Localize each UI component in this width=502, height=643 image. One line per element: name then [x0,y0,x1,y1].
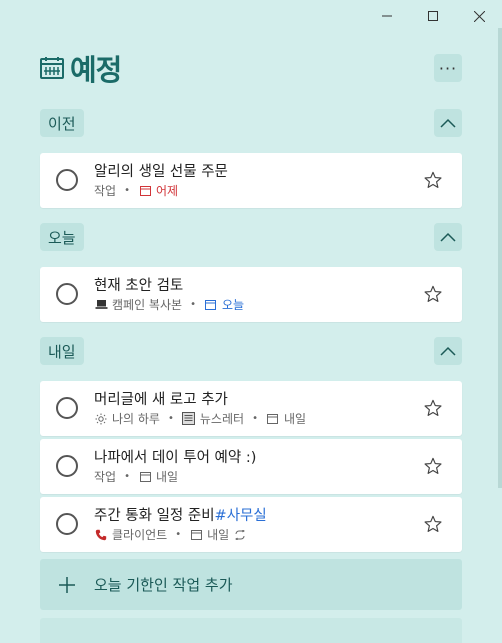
due-date-label: 어제 [156,184,179,198]
task-title: 머리글에 새 로고 추가 [94,392,228,408]
add-task-input[interactable]: 오늘 기한인 작업 추가 [40,559,462,610]
bottom-bar [40,618,462,643]
task-item[interactable]: 나파에서 데이 투어 예약 :) 작업 • 내일 [40,439,462,494]
task-hashtag[interactable]: #사무실 [215,508,267,524]
due-date-label: 내일 [156,470,179,484]
star-icon[interactable] [424,285,442,303]
task-list-name: 뉴스레터 [199,412,245,426]
separator-dot: • [124,471,130,482]
star-icon[interactable] [424,399,442,417]
group-label[interactable]: 오늘 [40,223,84,251]
close-button[interactable] [456,0,502,32]
calendar-icon [138,184,152,198]
minimize-button[interactable] [364,0,410,32]
task-list-name: 캠페인 복사본 [112,298,183,312]
group-header-tomorrow: 내일 [40,337,462,365]
separator-dot: • [124,185,130,196]
collapse-button[interactable] [434,223,462,251]
task-meta: 작업 • 내일 [94,468,178,485]
complete-checkbox[interactable] [56,397,78,419]
task-item[interactable]: 현재 초안 검토 캠페인 복사본 • 오늘 [40,267,462,322]
task-meta: 캠페인 복사본 • 오늘 [94,296,244,313]
task-title: 주간 통화 일정 준비#사무실 [94,504,267,525]
collapse-button[interactable] [434,337,462,365]
task-title: 알리의 생일 선물 주문 [94,164,228,180]
minimize-icon [382,15,392,17]
task-item[interactable]: 알리의 생일 선물 주문 작업 • 어제 [40,153,462,208]
my-day-label: 나의 하루 [112,412,160,426]
task-item[interactable]: 머리글에 새 로고 추가 나의 하루 • 뉴스레터 • 내일 [40,381,462,436]
complete-checkbox[interactable] [56,513,78,535]
calendar-icon [204,298,218,312]
task-item[interactable]: 주간 통화 일정 준비#사무실 클라이언트 • 내일 [40,497,462,552]
page-title: 예정 [70,53,122,87]
chevron-up-icon [440,346,456,356]
maximize-icon [428,11,438,21]
separator-dot: • [252,413,258,424]
complete-checkbox[interactable] [56,455,78,477]
group-header-today: 오늘 [40,223,462,251]
due-date-label: 내일 [283,412,307,426]
group-header-earlier: 이전 [40,109,462,137]
group-label[interactable]: 내일 [40,337,84,365]
due-date: 어제 [138,182,178,199]
more-options-button[interactable]: ··· [434,54,462,82]
task-title: 나파에서 데이 투어 예약 :) [94,450,257,466]
star-icon[interactable] [424,171,442,189]
complete-checkbox[interactable] [56,283,78,305]
due-date: 내일 [189,526,251,543]
task-title-text: 주간 통화 일정 준비 [94,508,215,524]
close-icon [473,10,485,22]
due-date-label: 오늘 [221,298,245,312]
collapse-button[interactable] [434,109,462,137]
calendar-icon [40,57,64,79]
add-task-label: 오늘 기한인 작업 추가 [94,576,233,594]
due-date: 오늘 [204,296,244,313]
task-list-name: 작업 [94,470,117,484]
chevron-up-icon [440,118,456,128]
plus-icon [59,576,75,593]
calendar-icon [189,528,203,542]
scrollbar[interactable] [498,28,502,488]
group-label[interactable]: 이전 [40,109,84,137]
task-title: 현재 초안 검토 [94,278,184,294]
calendar-icon [266,412,280,426]
maximize-button[interactable] [410,0,456,32]
my-day-indicator: 나의 하루 [94,410,160,427]
complete-checkbox[interactable] [56,169,78,191]
task-list-name: 작업 [94,184,117,198]
due-date: 내일 [138,468,178,485]
task-meta: 작업 • 어제 [94,182,178,199]
page-header: 예정 ··· [40,50,462,87]
separator-dot: • [175,529,182,540]
chevron-up-icon [440,232,456,242]
repeat-icon [233,528,247,542]
due-date: 내일 [266,410,306,427]
phone-icon [94,528,108,542]
task-list-name: 클라이언트 [112,528,168,542]
separator-dot: • [167,413,174,424]
task-meta: 나의 하루 • 뉴스레터 • 내일 [94,410,306,427]
newspaper-icon [182,412,196,426]
star-icon[interactable] [424,457,442,475]
task-meta: 클라이언트 • 내일 [94,526,251,543]
calendar-icon [138,470,152,484]
laptop-icon [94,298,108,312]
star-icon[interactable] [424,515,442,533]
sun-icon [94,412,108,426]
task-list: 클라이언트 [94,526,167,543]
due-date-label: 내일 [207,528,230,542]
window-titlebar [364,0,502,32]
task-list: 뉴스레터 [182,410,244,427]
task-list: 캠페인 복사본 [94,296,182,313]
separator-dot: • [190,299,196,310]
